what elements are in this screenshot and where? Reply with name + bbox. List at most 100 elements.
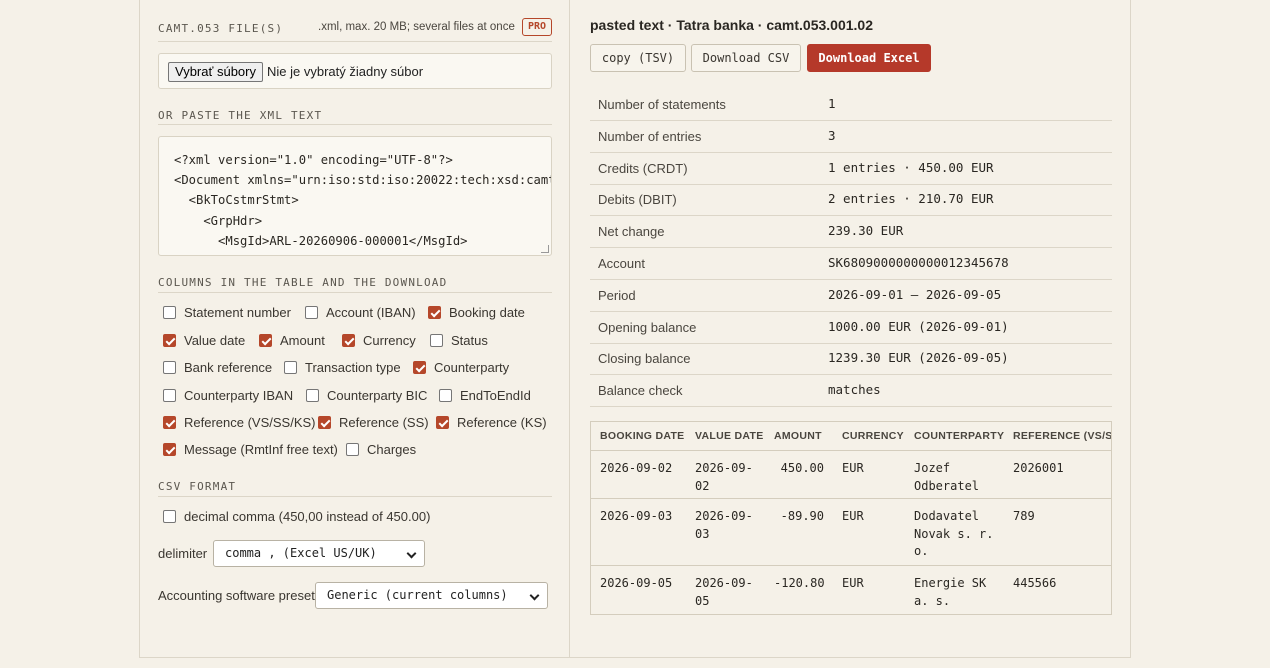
column-option-label: Value date [184, 333, 246, 348]
csv-section-header: CSV FORMAT [158, 478, 552, 497]
cell-line: 2026-09- [695, 509, 753, 523]
cell-line: 05 [695, 593, 710, 608]
column-option[interactable]: Amount [259, 333, 325, 348]
column-checkbox[interactable] [163, 443, 176, 456]
column-option-label: Statement number [184, 305, 291, 320]
summary-key: Number of entries [598, 128, 702, 144]
column-checkbox[interactable] [163, 306, 176, 319]
column-checkbox[interactable] [305, 306, 318, 319]
xml-line: <GrpHdr> [174, 213, 263, 228]
file-status: Nie je vybratý žiadny súbor [267, 64, 424, 79]
column-option-label: Status [451, 333, 488, 348]
column-option[interactable]: Charges [346, 442, 416, 457]
column-option[interactable]: EndToEndId [439, 388, 531, 403]
table-row[interactable]: 2026-09-05 2026-09- 05 -120.80 EUR Energie SK… [591, 566, 1111, 614]
summary-value: 3 [828, 127, 836, 143]
column-checkbox[interactable] [163, 416, 176, 429]
column-header[interactable]: AMOUNT [774, 422, 822, 451]
cell-line: 2026-09-03 [600, 509, 673, 523]
column-checkbox[interactable] [436, 416, 449, 429]
column-header[interactable]: VALUE DATE [695, 422, 764, 451]
resize-handle-icon[interactable] [541, 245, 549, 253]
column-checkbox[interactable] [428, 306, 441, 319]
decimal-comma-option[interactable]: decimal comma (450,00 instead of 450.00) [163, 509, 430, 524]
column-option[interactable]: Reference (SS) [318, 415, 429, 430]
column-option[interactable]: Statement number [163, 305, 291, 320]
pro-badge: PRO [521, 18, 552, 36]
summary-row: Number of entries 3 [590, 121, 1112, 153]
column-checkbox[interactable] [342, 334, 355, 347]
cell-line: 445566 [1013, 576, 1057, 590]
column-option[interactable]: Account (IBAN) [305, 305, 416, 320]
cell-line: Odberatel [914, 478, 980, 493]
column-checkbox[interactable] [163, 334, 176, 347]
paste-label: OR PASTE THE XML TEXT [158, 109, 323, 122]
column-option[interactable]: Counterparty BIC [306, 388, 427, 403]
column-option[interactable]: Transaction type [284, 360, 401, 375]
csv-label: CSV FORMAT [158, 480, 237, 493]
column-checkbox[interactable] [413, 361, 426, 374]
table-cell: -89.90 [774, 508, 824, 526]
summary-key: Number of statements [598, 97, 726, 112]
result-title: pasted text · Tatra banka · camt.053.001… [590, 17, 873, 33]
chevron-down-icon [406, 548, 417, 559]
summary-key: Credits (CRDT) [598, 160, 688, 176]
cell-line: 2026-09- [695, 461, 753, 475]
xml-line: <Document xmlns="urn:iso:std:iso:20022:t… [174, 173, 552, 188]
column-checkbox[interactable] [439, 389, 452, 402]
column-header[interactable]: REFERENCE (VS/SS/ [1013, 422, 1111, 451]
table-cell: 2026-09- 03 [695, 508, 753, 543]
cell-line: 03 [695, 526, 710, 541]
column-option[interactable]: Counterparty [413, 360, 509, 375]
column-option[interactable]: Value date [163, 333, 245, 348]
choose-files-button[interactable]: Vybrať súbory [168, 62, 263, 82]
column-option[interactable]: Reference (KS) [436, 415, 547, 430]
table-row[interactable]: 2026-09-03 2026-09- 03 -89.90 EUR Dodavatel No… [591, 499, 1111, 566]
column-option-label: Reference (VS/SS/KS) [184, 415, 316, 430]
column-option[interactable]: Booking date [428, 305, 525, 320]
column-checkbox[interactable] [430, 334, 443, 347]
column-option-label: Counterparty [434, 360, 510, 375]
download-csv-button[interactable]: Download CSV [691, 44, 801, 72]
table-cell: 445566 [1013, 575, 1056, 593]
xml-line: <MsgId>ARL-20260906-000001</MsgId> [174, 233, 468, 248]
column-option[interactable]: Status [430, 333, 488, 348]
decimal-comma-checkbox[interactable] [163, 510, 176, 523]
cell-line: 02 [695, 478, 710, 493]
column-option[interactable]: Currency [342, 333, 416, 348]
download-excel-button[interactable]: Download Excel [807, 44, 931, 72]
column-checkbox[interactable] [284, 361, 297, 374]
summary-key: Period [598, 287, 636, 303]
column-checkbox[interactable] [318, 416, 331, 429]
delimiter-select[interactable]: comma , (Excel US/UK) [213, 540, 425, 567]
cell-line: 2026-09-02 [600, 461, 673, 475]
cell-line: -120.80 [774, 576, 825, 590]
xml-line: <BkToCstmrStmt> [174, 193, 299, 208]
table-cell: EUR [842, 460, 864, 478]
column-option[interactable]: Bank reference [163, 360, 272, 375]
column-header[interactable]: CURRENCY [842, 422, 904, 451]
preset-select[interactable]: Generic (current columns) [315, 582, 548, 609]
table-row[interactable]: 2026-09-02 2026-09- 02 450.00 EUR Jozef Odbera… [591, 451, 1111, 499]
column-option-label: Reference (KS) [457, 415, 547, 430]
column-header[interactable]: BOOKING DATE [600, 422, 685, 451]
column-checkbox[interactable] [163, 389, 176, 402]
column-option[interactable]: Reference (VS/SS/KS) [163, 415, 316, 430]
column-checkbox[interactable] [163, 361, 176, 374]
column-checkbox[interactable] [306, 389, 319, 402]
xml-textarea[interactable]: <?xml version="1.0" encoding="UTF-8"?> <D… [158, 136, 552, 256]
summary-value: 1000.00 EUR (2026-09-01) [828, 318, 1009, 334]
column-checkbox[interactable] [346, 443, 359, 456]
column-checkbox[interactable] [259, 334, 272, 347]
column-header[interactable]: COUNTERPARTY [914, 422, 1004, 451]
column-option-label: EndToEndId [460, 388, 531, 403]
column-option[interactable]: Message (RmtInf free text) [163, 442, 338, 457]
entries-table[interactable]: BOOKING DATE VALUE DATE AMOUNT CURRENCY COUN… [590, 421, 1112, 615]
file-input[interactable]: Vybrať súbory Nie je vybratý žiadny súbo… [158, 53, 552, 89]
cell-line: 2026-09- [695, 576, 753, 590]
copy-tsv-button[interactable]: copy (TSV) [590, 44, 686, 72]
preset-value: Generic (current columns) [327, 588, 508, 602]
paste-section-header: OR PASTE THE XML TEXT [158, 107, 552, 125]
table-cell: 450.00 [774, 460, 824, 478]
column-option[interactable]: Counterparty IBAN [163, 388, 293, 403]
